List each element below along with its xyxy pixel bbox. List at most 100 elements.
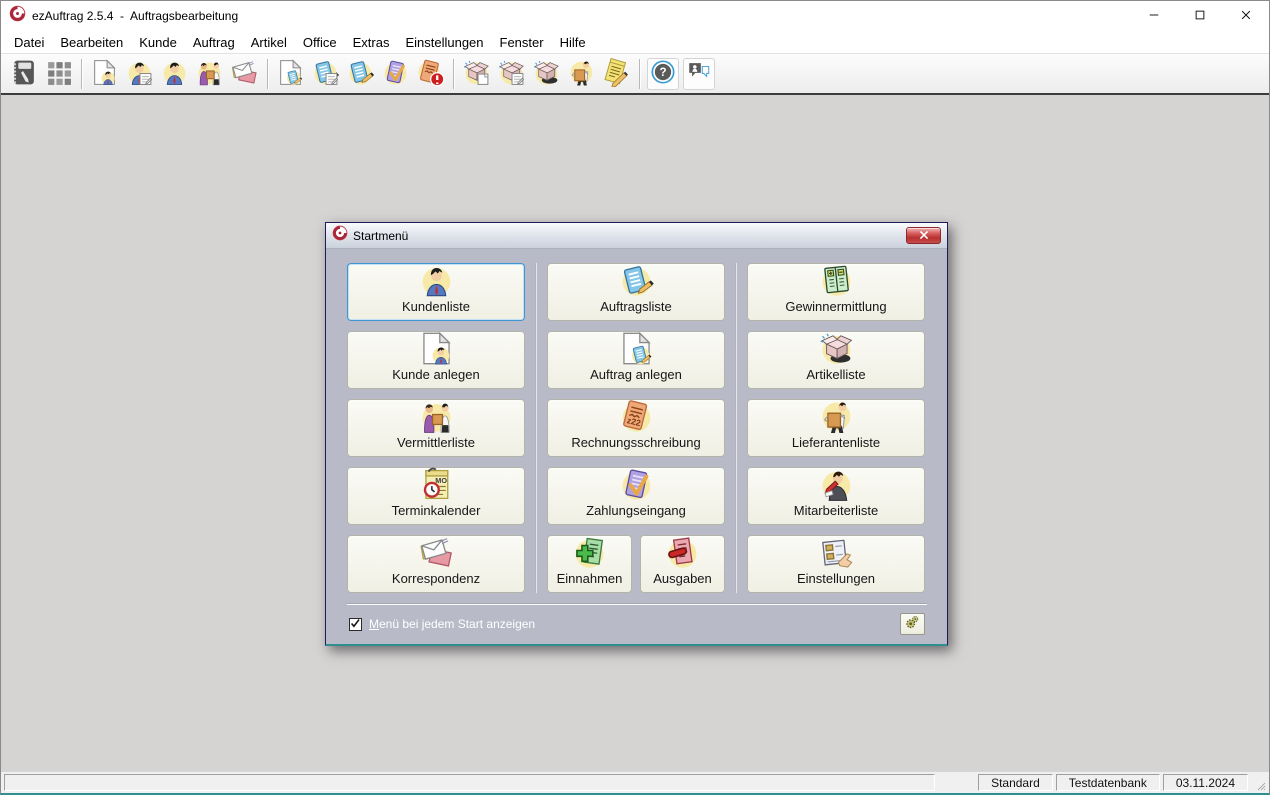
- startmenu-button-lieferantenliste[interactable]: Lieferantenliste: [747, 399, 925, 457]
- startmenu-button-vermittlerliste[interactable]: Vermittlerliste: [347, 399, 525, 457]
- menu-item-hilfe[interactable]: Hilfe: [552, 33, 594, 52]
- menu-bar: Datei Bearbeiten Kunde Auftrag Artikel Office…: [1, 31, 1269, 53]
- column-separator: [535, 263, 537, 593]
- menu-item-artikel[interactable]: Artikel: [243, 33, 295, 52]
- statusbar-spacer: [4, 774, 936, 791]
- toolbar-order-list-button[interactable]: [343, 56, 378, 91]
- menu-item-auftrag[interactable]: Auftrag: [185, 33, 243, 52]
- window-controls: [1131, 1, 1269, 31]
- order-form-icon: [311, 58, 340, 90]
- title-bar[interactable]: ezAuftrag 2.5.4 - Auftragsbearbeitung: [1, 1, 1269, 31]
- new-article-icon: [462, 58, 491, 90]
- toolbar-feedback-button[interactable]: [683, 57, 715, 90]
- startmenu-button-ausgaben[interactable]: Ausgaben: [640, 535, 725, 593]
- startmenu-button-kundenliste[interactable]: Kundenliste: [347, 263, 525, 321]
- svg-text:?: ?: [659, 66, 666, 79]
- toolbar-payment-check-button[interactable]: [378, 56, 413, 91]
- startmenu-button-label: Gewinnermittlung: [785, 299, 887, 314]
- startmenu-button-label: Auftragsliste: [600, 299, 672, 314]
- startmenu-settings-button[interactable]: [900, 613, 925, 635]
- startmenu-button-label: Lieferantenliste: [791, 435, 881, 450]
- start-menu-checkbox[interactable]: [349, 617, 362, 632]
- startmenu-column: Auftragsliste Auftrag anlegen z22 Rechnungs…: [547, 263, 725, 593]
- startmenu-body: Kundenliste Kunde anlegen Vermittlerliste M…: [326, 249, 947, 649]
- toolbar-new-customer-button[interactable]: [87, 56, 122, 91]
- startmenu-button-einnahmen[interactable]: Einnahmen: [547, 535, 632, 593]
- article-list-icon: [532, 58, 561, 90]
- new-customer-icon: [90, 58, 119, 90]
- close-icon: [1240, 9, 1252, 24]
- toolbar-new-order-button[interactable]: [273, 56, 308, 91]
- startmenu-button-gewinnermittlung[interactable]: Gewinnermittlung: [747, 263, 925, 321]
- startmenu-button-label: Terminkalender: [391, 503, 481, 518]
- order-list-icon: [346, 58, 375, 90]
- toolbar-help-button[interactable]: ?: [647, 57, 679, 90]
- statusbar-profile: Standard: [978, 774, 1053, 791]
- menu-item-kunde[interactable]: Kunde: [131, 33, 185, 52]
- startmenu-title: Startmenü: [353, 228, 409, 243]
- menu-item-office[interactable]: Office: [295, 33, 345, 52]
- startmenu-title-bar[interactable]: Startmenü: [326, 223, 947, 249]
- new-order-icon: [618, 330, 655, 367]
- toolbar-notepad-button[interactable]: [599, 56, 634, 91]
- order-list-icon: [618, 262, 655, 299]
- expense-icon: [664, 534, 701, 571]
- startmenu-button-label: Korrespondenz: [391, 571, 481, 586]
- settings-icon: [818, 534, 855, 571]
- toolbar-article-form-button[interactable]: [494, 56, 529, 91]
- menu-item-einstellungen[interactable]: Einstellungen: [397, 33, 491, 52]
- startmenu-button-terminkalender[interactable]: MO Terminkalender: [347, 467, 525, 525]
- toolbar-address-book-button[interactable]: [6, 56, 41, 91]
- toolbar-broker-button[interactable]: [192, 56, 227, 91]
- toolbar-correspondence-button[interactable]: [227, 56, 262, 91]
- startmenu-close-button[interactable]: [906, 227, 941, 244]
- startmenu-button-korrespondenz[interactable]: Korrespondenz: [347, 535, 525, 593]
- new-customer-icon: [418, 330, 455, 367]
- startmenu-button-auftrag-anlegen[interactable]: Auftrag anlegen: [547, 331, 725, 389]
- toolbar-supplier-button[interactable]: [564, 56, 599, 91]
- toolbar-customer-button[interactable]: [157, 56, 192, 91]
- startmenu-grid: Kundenliste Kunde anlegen Vermittlerliste M…: [347, 263, 927, 604]
- startmenu-button-kunde-anlegen[interactable]: Kunde anlegen: [347, 331, 525, 389]
- startmenu-button-label: Rechnungsschreibung: [571, 435, 701, 450]
- menu-item-fenster[interactable]: Fenster: [492, 33, 552, 52]
- column-separator: [735, 263, 737, 593]
- startmenu-button-rechnungsschreibung[interactable]: z22 Rechnungsschreibung: [547, 399, 725, 457]
- income-icon: [571, 534, 608, 571]
- startmenu-button-artikelliste[interactable]: Artikelliste: [747, 331, 925, 389]
- gears-icon: [904, 614, 921, 634]
- article-form-icon: [497, 58, 526, 90]
- toolbar-overdue-invoice-button[interactable]: [413, 56, 448, 91]
- menu-item-datei[interactable]: Datei: [6, 33, 52, 52]
- minimize-button[interactable]: [1131, 1, 1177, 31]
- menu-item-bearbeiten[interactable]: Bearbeiten: [52, 33, 131, 52]
- minimize-icon: [1148, 9, 1160, 24]
- correspondence-icon: [230, 58, 259, 90]
- maximize-icon: [1194, 9, 1206, 24]
- startmenu-button-zahlungseingang[interactable]: Zahlungseingang: [547, 467, 725, 525]
- app-window: ezAuftrag 2.5.4 - Auftragsbearbeitung Da…: [0, 0, 1270, 795]
- supplier-icon: [818, 398, 855, 435]
- toolbar-separator: [639, 58, 640, 89]
- startmenu-button-einstellungen[interactable]: Einstellungen: [747, 535, 925, 593]
- toolbar-order-form-button[interactable]: [308, 56, 343, 91]
- toolbar-customer-form-button[interactable]: [122, 56, 157, 91]
- startmenu-column: Kundenliste Kunde anlegen Vermittlerliste M…: [347, 263, 525, 593]
- maximize-button[interactable]: [1177, 1, 1223, 31]
- startmenu-button-mitarbeiterliste[interactable]: Mitarbeiterliste: [747, 467, 925, 525]
- svg-text:MO: MO: [435, 476, 447, 485]
- invoice-icon: z22: [618, 398, 655, 435]
- payment-check-icon: [381, 58, 410, 90]
- startmenu-button-auftragsliste[interactable]: Auftragsliste: [547, 263, 725, 321]
- toolbar-grid-button[interactable]: [41, 56, 76, 91]
- checkmark-icon: [350, 617, 361, 632]
- feedback-icon: [686, 59, 712, 88]
- toolbar-new-article-button[interactable]: [459, 56, 494, 91]
- startmenu-column: Gewinnermittlung Artikelliste Lieferantenl…: [747, 263, 925, 593]
- menu-item-extras[interactable]: Extras: [345, 33, 398, 52]
- resize-grip[interactable]: [1251, 774, 1266, 791]
- toolbar-article-list-button[interactable]: [529, 56, 564, 91]
- close-button[interactable]: [1223, 1, 1269, 31]
- startmenu-bottom-bar: Menü bei jedem Start anzeigen: [347, 604, 927, 643]
- help-icon: ?: [650, 59, 676, 88]
